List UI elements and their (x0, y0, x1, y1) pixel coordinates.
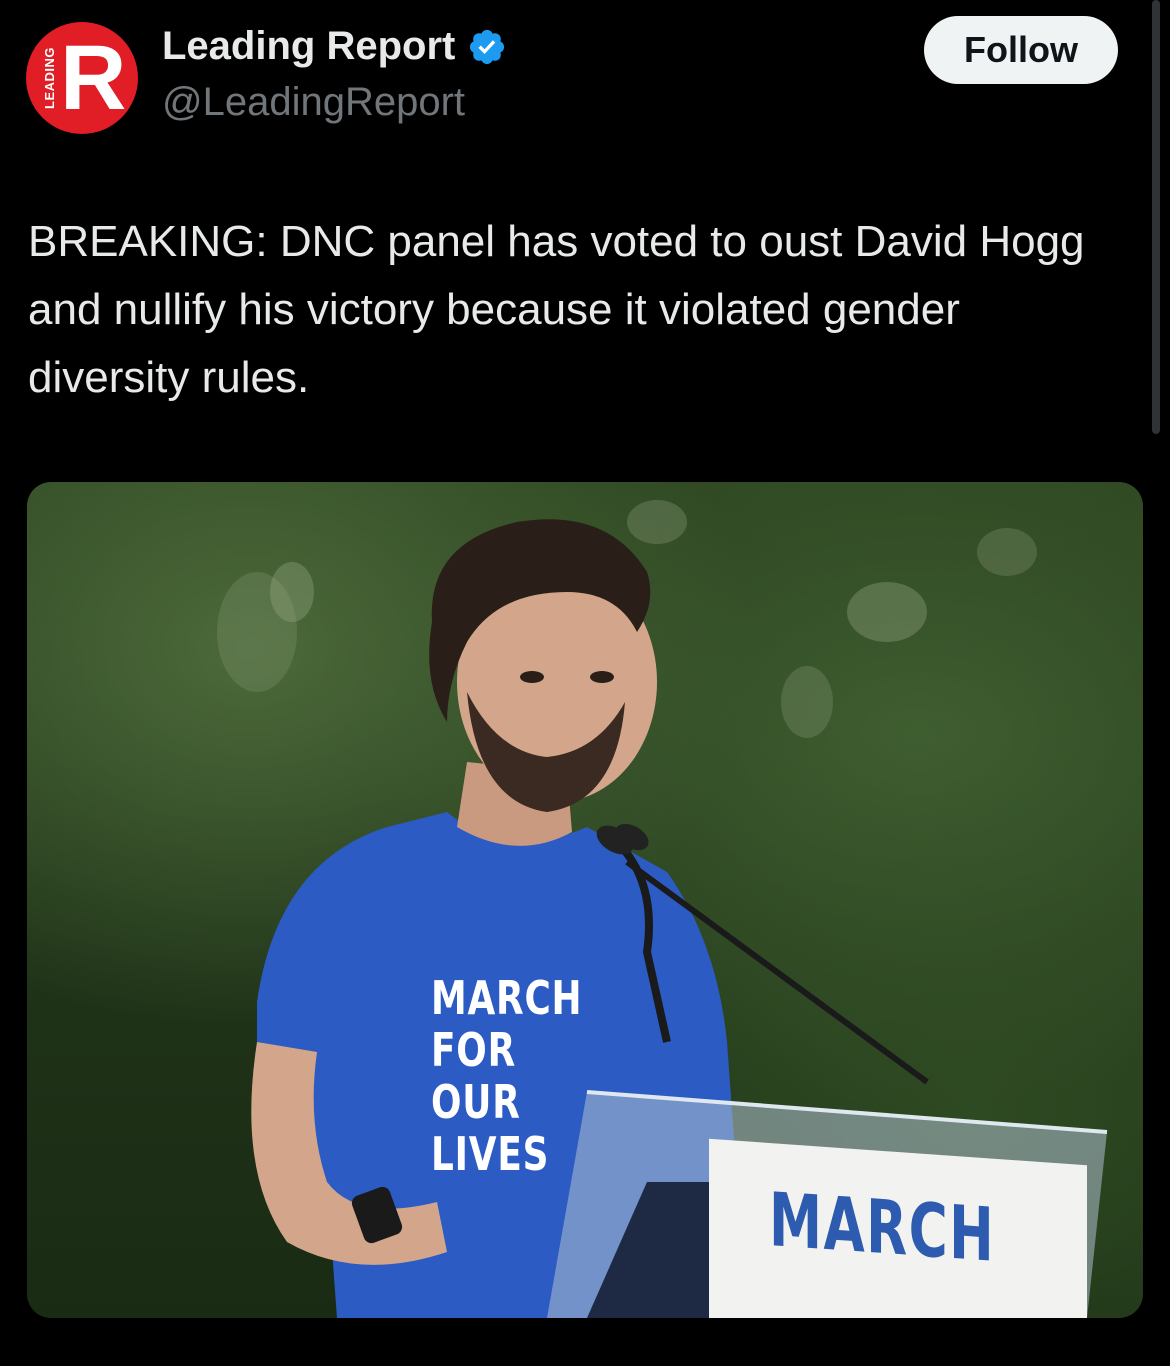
avatar-letter: R (60, 27, 127, 129)
shirt-line: MARCH (431, 971, 583, 1025)
shirt-text: MARCH FOR OUR LIVES (431, 972, 595, 1180)
name-row: Leading Report (162, 24, 507, 69)
shirt-line: FOR OUR (431, 1023, 521, 1129)
display-name[interactable]: Leading Report (162, 24, 455, 69)
scrollbar[interactable] (1152, 0, 1160, 434)
tweet-text: BREAKING: DNC panel has voted to oust Da… (28, 217, 1085, 402)
tweet-photo[interactable]: MARCH FOR OUR LIVES MARCH (27, 482, 1143, 1318)
verified-badge-icon (470, 29, 505, 64)
shirt-line: LIVES (431, 1127, 550, 1181)
avatar[interactable]: LEADING R (26, 22, 138, 134)
tweet-header: LEADING R Leading Report @LeadingReport … (0, 0, 1170, 160)
podium-sign-text: MARCH (769, 1176, 996, 1279)
avatar-side-text: LEADING (42, 47, 57, 109)
follow-button[interactable]: Follow (924, 16, 1118, 84)
podium-sign: MARCH (709, 1138, 1087, 1318)
account-handle[interactable]: @LeadingReport (162, 80, 465, 125)
